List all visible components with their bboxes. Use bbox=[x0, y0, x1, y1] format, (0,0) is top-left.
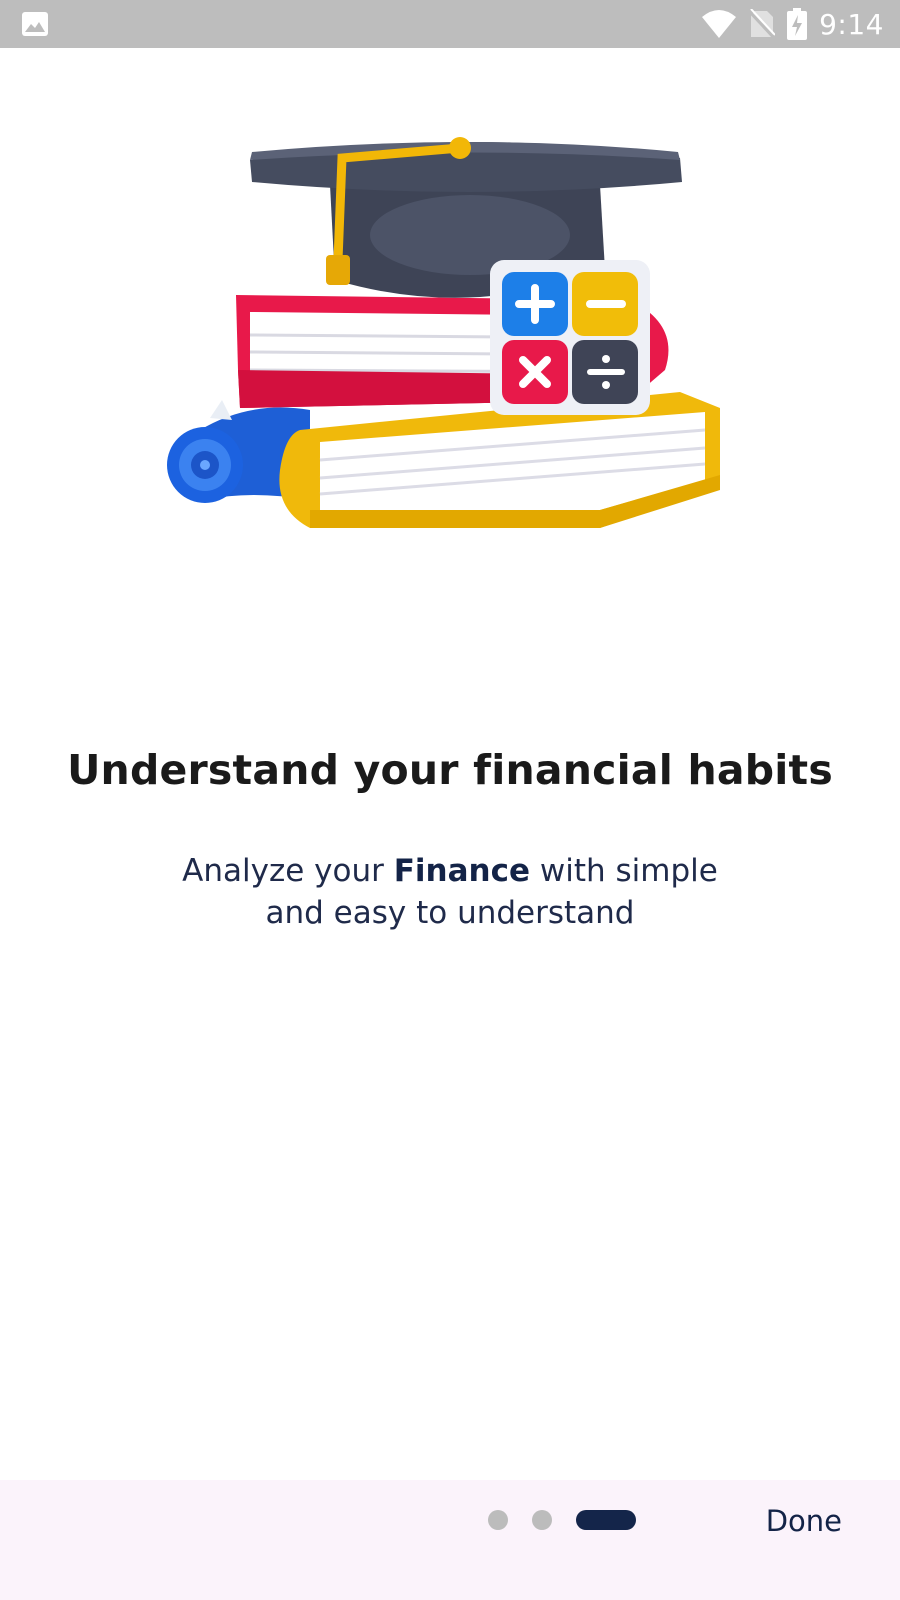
subtitle-highlight: Finance bbox=[393, 853, 531, 889]
subtitle-text-end: with simple bbox=[530, 853, 718, 889]
wifi-icon bbox=[702, 10, 737, 38]
status-time: 9:14 bbox=[819, 7, 884, 41]
page-dot-3-active[interactable] bbox=[576, 1510, 636, 1530]
no-sim-icon bbox=[749, 9, 776, 39]
battery-charging-icon bbox=[787, 8, 808, 40]
page-dot-1[interactable] bbox=[488, 1510, 508, 1530]
status-bar: 9:14 bbox=[0, 0, 900, 48]
subtitle-text-start: Analyze your bbox=[182, 853, 394, 889]
done-button[interactable]: Done bbox=[766, 1500, 842, 1542]
subtitle-line-2: and easy to understand bbox=[265, 895, 635, 931]
image-notification-icon bbox=[22, 12, 48, 36]
graduation-cap-books-calculator-illustration bbox=[167, 137, 720, 528]
calculator bbox=[490, 260, 650, 415]
page-dot-2[interactable] bbox=[532, 1510, 552, 1530]
onboarding-subtitle: Analyze your Finance with simple and easy… bbox=[100, 850, 800, 934]
status-icons: 9:14 bbox=[701, 6, 884, 42]
page-indicator bbox=[488, 1509, 636, 1531]
onboarding-title: Understand your financial habits bbox=[67, 746, 833, 794]
